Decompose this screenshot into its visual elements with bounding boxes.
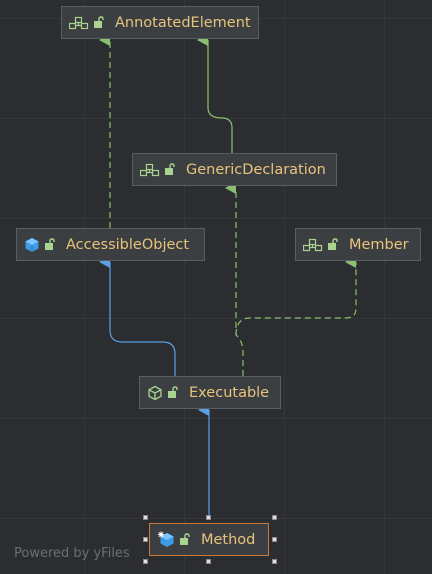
resize-handle-bottom-center[interactable]	[206, 559, 211, 564]
unlocked-lock-icon	[168, 386, 178, 398]
final-class-icon	[158, 531, 174, 547]
interface-icon-group	[303, 238, 339, 252]
abstract-class-icon-group	[147, 385, 179, 401]
node-label: AnnotatedElement	[115, 14, 251, 31]
interface-icon-group	[140, 163, 176, 177]
unlocked-lock-icon	[180, 533, 190, 545]
node-label: GenericDeclaration	[186, 161, 326, 178]
edge-executable-member[interactable]	[235, 256, 357, 336]
node-label: AccessibleObject	[66, 236, 190, 253]
resize-handle-bottom-right[interactable]	[272, 559, 277, 564]
interface-icon	[140, 163, 160, 176]
node-executable[interactable]: Executable	[139, 376, 281, 409]
unlocked-lock-icon	[328, 238, 338, 250]
class-icon-group	[157, 531, 191, 548]
node-method[interactable]: Method	[149, 523, 269, 556]
class-icon	[25, 237, 39, 252]
abstract-class-icon	[148, 385, 162, 400]
edge-genericdeclaration-annotatedelement[interactable]	[197, 34, 233, 153]
node-label: Executable	[189, 384, 270, 401]
diagram-edges	[99, 34, 357, 518]
unlocked-lock-icon	[165, 163, 175, 175]
resize-handle-bottom-left[interactable]	[143, 559, 148, 564]
node-label: Member	[349, 236, 409, 253]
yfiles-watermark: Powered by yFiles	[14, 546, 130, 561]
resize-handle-middle-right[interactable]	[272, 537, 277, 542]
node-accessibleobject[interactable]: AccessibleObject	[16, 228, 205, 261]
resize-handle-top-left[interactable]	[143, 515, 148, 520]
interface-icon	[303, 238, 323, 251]
resize-handle-top-center[interactable]	[206, 515, 211, 520]
class-icon-group	[24, 237, 56, 253]
resize-handle-middle-left[interactable]	[143, 537, 148, 542]
interface-icon-group	[69, 16, 105, 30]
node-genericdeclaration[interactable]: GenericDeclaration	[132, 153, 337, 186]
edge-executable-accessibleobject[interactable]	[99, 256, 176, 376]
node-member[interactable]: Member	[295, 228, 421, 261]
unlocked-lock-icon	[45, 238, 55, 250]
node-label: Method	[201, 531, 256, 548]
interface-icon	[69, 16, 89, 29]
unlocked-lock-icon	[94, 16, 104, 28]
edge-executable-genericdeclaration[interactable]	[225, 182, 244, 376]
node-annotatedelement[interactable]: AnnotatedElement	[61, 6, 259, 39]
resize-handle-top-right[interactable]	[272, 515, 277, 520]
